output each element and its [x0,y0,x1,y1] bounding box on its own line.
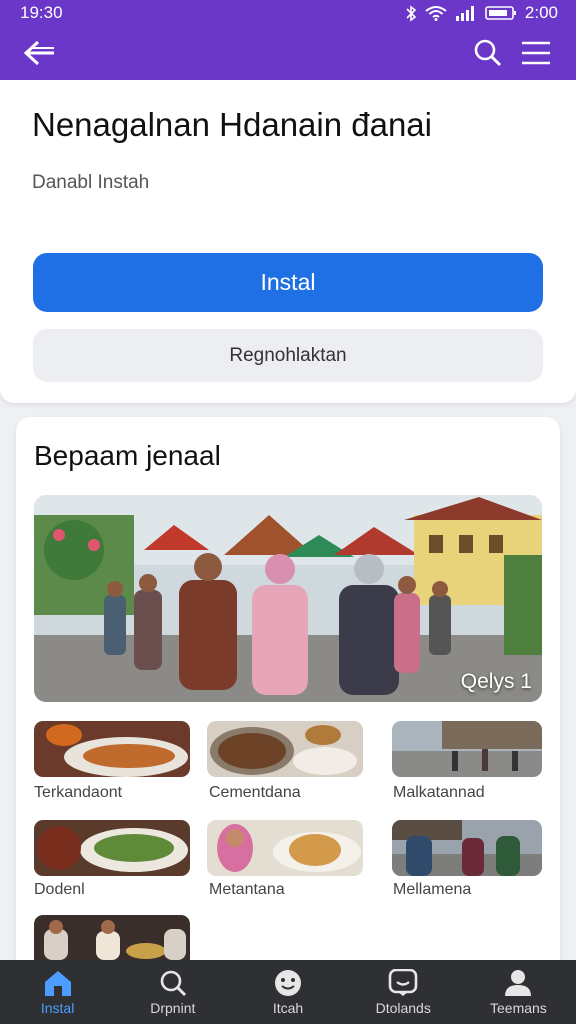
face-icon [275,969,301,996]
nav-item-profile[interactable]: Teemans [461,960,576,1024]
thumbnail-label: Metantana [209,881,285,898]
hero-image[interactable]: Qelys 1 [34,495,542,702]
status-time: 19:30 [20,3,63,22]
bottom-navigation: Instal Drpnint Itcah Dtolands Teemans [0,960,576,1024]
bluetooth-icon [406,4,417,22]
thumbnail-street-2[interactable] [392,820,542,876]
people-photo [34,915,190,960]
status-clock: 2:00 [524,3,558,22]
street-photo [392,820,542,876]
install-button[interactable]: Instal [33,253,543,312]
hero-badge: Qelys 1 [460,670,532,693]
nav-label: Dtolands [375,999,431,1016]
nav-label: Instal [40,999,75,1016]
nav-item-face[interactable]: Itcah [230,960,345,1024]
app-title: Nenagalnan Hdanain đanai [32,106,432,143]
street-photo [392,721,542,777]
nav-label: Itcah [272,999,304,1016]
thumbnail-food-1[interactable] [34,721,190,777]
nav-item-install[interactable]: Instal [0,960,115,1024]
chat-icon [388,968,418,996]
wifi-icon [425,6,447,21]
nav-label: Teemans [490,999,547,1016]
nav-item-search[interactable]: Drpnint [115,960,230,1024]
back-button[interactable] [16,29,64,77]
back-arrow-icon [23,40,54,66]
status-bar: 19:30 2:00 [0,0,576,26]
app-bar [0,26,576,80]
status-icons: 2:00 [405,3,558,23]
search-button[interactable] [464,29,512,77]
menu-button[interactable] [512,29,560,77]
secondary-button[interactable]: Regnohlaktan [33,329,543,382]
thumbnail-food-2[interactable] [207,721,363,777]
thumbnail-label: Mellamena [393,881,472,898]
nav-item-chat[interactable]: Dtolands [346,960,461,1024]
home-icon [44,970,71,996]
thumbnail-food-4[interactable] [207,820,363,876]
section-title: Bepaam jenaal [34,440,221,471]
thumbnail-label: Terkandaont [34,784,123,801]
search-icon [474,39,502,67]
hamburger-menu-icon [522,41,550,65]
nav-label: Drpnint [150,999,196,1016]
person-icon [505,969,532,996]
thumbnail-label: Malkatannad [393,784,485,801]
thumbnail-street-1[interactable] [392,721,542,777]
thumbnail-label: Dodenl [34,881,85,898]
food-photo [207,820,363,876]
thumbnail-people-1[interactable] [34,915,190,960]
thumbnail-label: Cementdana [209,784,301,801]
food-photo [34,721,190,777]
signal-icon [455,6,474,21]
battery-icon [485,6,516,20]
food-photo [207,721,363,777]
search-icon [160,970,186,996]
app-subtitle: Danabl Instah [32,172,150,193]
food-photo [34,820,190,876]
thumbnail-food-3[interactable] [34,820,190,876]
